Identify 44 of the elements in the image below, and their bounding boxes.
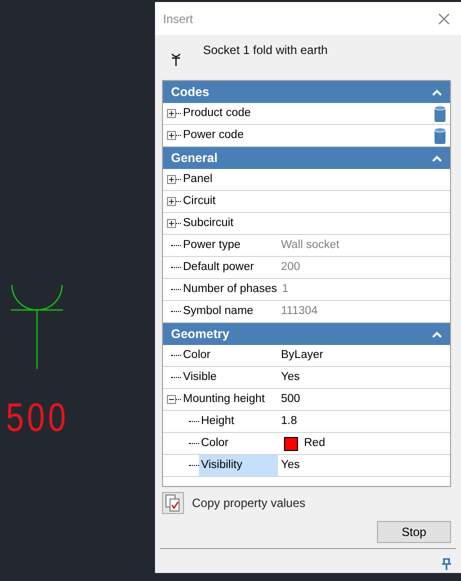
property-label[interactable]: Subcircuit — [181, 213, 278, 234]
window-title: Insert — [163, 10, 194, 28]
section-header[interactable]: General — [163, 147, 450, 169]
property-value: Wall socket — [281, 238, 340, 253]
property-label[interactable]: Visible — [181, 367, 278, 388]
copy-properties-label: Copy property values — [192, 495, 306, 512]
property-label[interactable]: Height — [199, 411, 278, 432]
property-value: Yes — [281, 458, 300, 473]
socket-icon — [171, 53, 181, 66]
expand-icon[interactable] — [167, 197, 176, 206]
property-value: 200 — [281, 260, 300, 275]
section-header[interactable]: Codes — [163, 81, 450, 103]
copy-properties-button[interactable] — [162, 492, 184, 514]
property-label[interactable]: Circuit — [181, 191, 278, 212]
property-label[interactable]: Product code — [181, 103, 278, 124]
section-title: Geometry — [171, 326, 230, 343]
section-title: Codes — [171, 84, 210, 101]
property-label[interactable]: Visibility — [199, 455, 278, 476]
property-value: Yes — [281, 370, 300, 385]
property-label[interactable]: Power code — [181, 125, 278, 146]
property-value: 1.8 — [281, 414, 297, 429]
property-label[interactable]: Panel — [181, 169, 278, 190]
symbol-name: Socket 1 fold with earth — [203, 42, 328, 59]
expand-icon[interactable] — [167, 109, 176, 118]
pin-icon[interactable] — [442, 558, 451, 570]
property-value: 111304 — [281, 304, 318, 319]
expand-icon[interactable] — [167, 219, 176, 228]
database-icon[interactable] — [434, 104, 446, 122]
dimension-text: 500 — [6, 398, 69, 438]
property-label[interactable]: Color — [181, 345, 278, 366]
expand-icon[interactable] — [167, 175, 176, 184]
property-value: 1 — [282, 282, 288, 297]
collapse-icon[interactable] — [167, 395, 176, 404]
property-value: Red — [304, 436, 326, 451]
property-label[interactable]: Mounting height — [181, 389, 278, 410]
property-value: ByLayer — [281, 348, 324, 363]
stop-button[interactable]: Stop — [377, 521, 451, 543]
section-header[interactable]: Geometry — [163, 323, 450, 345]
close-button[interactable] — [437, 12, 451, 26]
section-title: General — [171, 150, 218, 167]
database-icon[interactable] — [434, 126, 446, 144]
property-label[interactable]: Color — [199, 433, 278, 454]
expand-icon[interactable] — [167, 131, 176, 140]
property-value: 500 — [281, 392, 300, 407]
